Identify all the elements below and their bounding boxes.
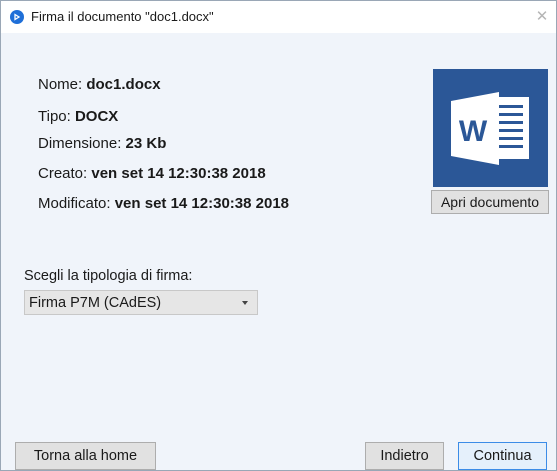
signature-type-value: Firma P7M (CAdES) xyxy=(29,295,162,311)
open-document-button[interactable]: Apri documento xyxy=(431,190,549,214)
chevron-down-icon xyxy=(242,301,248,305)
signature-type-select[interactable]: Firma P7M (CAdES) xyxy=(24,290,258,315)
signature-type-label: Scegli la tipologia di firma: xyxy=(24,268,193,284)
file-name-label: Nome: xyxy=(38,76,83,93)
file-size-row: Dimensione: 23 Kb xyxy=(38,135,166,152)
created-value: ven set 14 12:30:38 2018 xyxy=(91,165,266,182)
modified-label: Modificato: xyxy=(38,195,111,212)
file-name-row: Nome: doc1.docx xyxy=(38,76,161,93)
title-bar: Firma il documento "doc1.docx" ✕ xyxy=(1,1,556,33)
modified-value: ven set 14 12:30:38 2018 xyxy=(114,195,290,212)
back-to-home-button[interactable]: Torna alla home xyxy=(15,442,156,470)
continue-button[interactable]: Continua xyxy=(458,442,547,470)
file-type-value: DOCX xyxy=(74,108,119,125)
file-type-row: Tipo: DOCX xyxy=(38,108,118,125)
back-button[interactable]: Indietro xyxy=(365,442,444,470)
window-title: Firma il documento "doc1.docx" xyxy=(31,9,214,24)
word-letter: W xyxy=(459,115,488,148)
file-name-value: doc1.docx xyxy=(86,76,161,93)
file-size-label: Dimensione: xyxy=(38,135,122,152)
close-icon[interactable]: ✕ xyxy=(530,5,554,27)
file-size-value: 23 Kb xyxy=(125,135,167,152)
modified-row: Modificato: ven set 14 12:30:38 2018 xyxy=(38,195,289,212)
sign-document-dialog: Firma il documento "doc1.docx" ✕ Nome: d… xyxy=(0,0,557,471)
app-logo-icon xyxy=(10,10,24,24)
created-row: Creato: ven set 14 12:30:38 2018 xyxy=(38,165,266,182)
created-label: Creato: xyxy=(38,165,88,182)
word-document-icon: W xyxy=(433,69,548,187)
file-type-label: Tipo: xyxy=(38,108,71,125)
